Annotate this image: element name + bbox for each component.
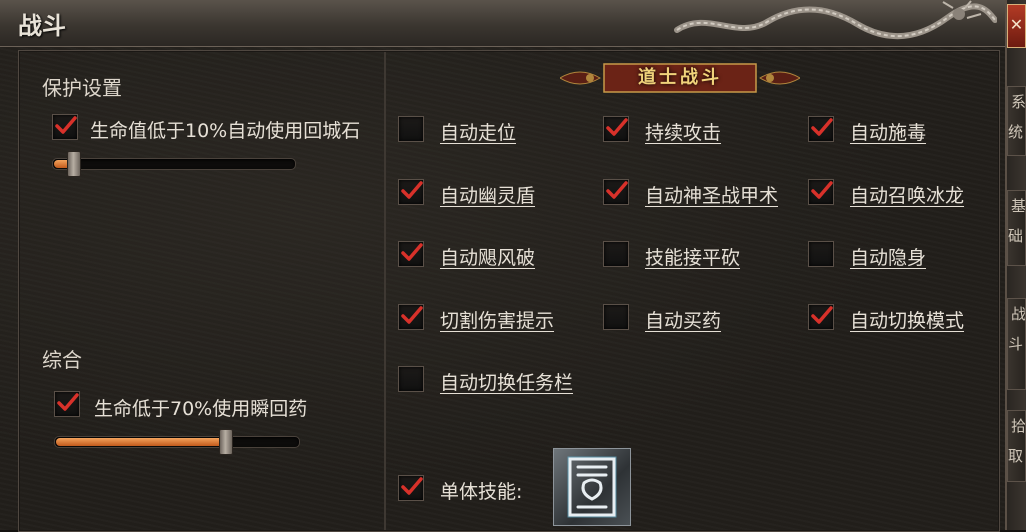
auto-holy-armor-checkbox[interactable] — [603, 179, 629, 205]
auto-move-label[interactable]: 自动走位 — [440, 118, 516, 145]
auto-switch-mode-checkbox[interactable] — [808, 304, 834, 330]
cut-damage-hint-label[interactable]: 切割伤害提示 — [440, 306, 554, 333]
checkmark-icon — [606, 181, 628, 199]
checkmark-icon — [401, 243, 423, 261]
auto-switch-taskbar-checkbox[interactable] — [398, 366, 424, 392]
auto-move-checkbox[interactable] — [398, 116, 424, 142]
checkmark-icon — [811, 181, 833, 199]
auto-poison-checkbox[interactable] — [808, 116, 834, 142]
single-skill-checkbox[interactable] — [398, 475, 424, 501]
side-tab-basic[interactable]: 基础 — [1007, 190, 1026, 266]
slider-fill — [56, 438, 226, 446]
return-scroll-label: 生命值低于10%自动使用回城石 — [90, 120, 361, 142]
auto-stealth-label[interactable]: 自动隐身 — [850, 243, 926, 270]
checkmark-icon — [401, 306, 423, 324]
checkmark-icon — [55, 116, 77, 134]
skill-rune-icon[interactable] — [553, 448, 631, 526]
checkmark-icon — [401, 477, 423, 495]
auto-stealth-checkbox[interactable] — [808, 241, 834, 267]
slider-thumb[interactable] — [219, 429, 233, 455]
skill-chain-attack-label[interactable]: 技能接平砍 — [645, 243, 740, 270]
continuous-attack-label[interactable]: 持续攻击 — [645, 118, 721, 145]
return-scroll-checkbox[interactable] — [52, 114, 78, 140]
protection-settings-heading: 保护设置 — [42, 76, 122, 100]
skill-chain-attack-checkbox[interactable] — [603, 241, 629, 267]
auto-summon-ice-dragon-checkbox[interactable] — [808, 179, 834, 205]
auto-poison-label[interactable]: 自动施毒 — [850, 118, 926, 145]
auto-ghost-shield-label[interactable]: 自动幽灵盾 — [440, 181, 535, 208]
auto-buy-potion-label[interactable]: 自动买药 — [645, 306, 721, 333]
close-icon[interactable]: ✕ — [1007, 4, 1026, 48]
return-scroll-threshold-slider[interactable] — [52, 151, 296, 177]
auto-holy-armor-label[interactable]: 自动神圣战甲术 — [645, 181, 778, 208]
combat-settings-window: 战斗 保护设置 生命值低于10%自动使用回城石 综合 生命低于70%使用瞬回药 … — [0, 0, 1007, 532]
dragon-ornament-icon — [674, 0, 997, 40]
checkmark-icon — [606, 118, 628, 136]
checkmark-icon — [811, 118, 833, 136]
side-tab-pickup[interactable]: 拾取 — [1007, 410, 1026, 482]
instant-potion-label: 生命低于70%使用瞬回药 — [94, 398, 308, 420]
cut-damage-hint-checkbox[interactable] — [398, 304, 424, 330]
auto-summon-ice-dragon-label[interactable]: 自动召唤冰龙 — [850, 181, 964, 208]
side-tab-system[interactable]: 系统 — [1007, 86, 1026, 156]
auto-switch-mode-label[interactable]: 自动切换模式 — [850, 306, 964, 333]
instant-potion-threshold-slider[interactable] — [54, 429, 300, 455]
checkmark-icon — [811, 306, 833, 324]
auto-buy-potion-checkbox[interactable] — [603, 304, 629, 330]
continuous-attack-checkbox[interactable] — [603, 116, 629, 142]
checkmark-icon — [57, 393, 79, 411]
checkmark-icon — [401, 181, 423, 199]
instant-potion-checkbox[interactable] — [54, 391, 80, 417]
title-bar[interactable]: 战斗 — [0, 0, 1005, 47]
auto-switch-taskbar-label[interactable]: 自动切换任务栏 — [440, 368, 573, 395]
general-heading: 综合 — [42, 348, 82, 372]
auto-hurricane-label[interactable]: 自动飓风破 — [440, 243, 535, 270]
single-skill-label: 单体技能: — [440, 481, 523, 503]
auto-ghost-shield-checkbox[interactable] — [398, 179, 424, 205]
auto-hurricane-checkbox[interactable] — [398, 241, 424, 267]
window-title: 战斗 — [18, 12, 66, 40]
slider-thumb[interactable] — [67, 151, 81, 177]
side-tab-combat[interactable]: 战斗 — [1007, 298, 1026, 390]
taoist-combat-banner: 道士战斗 — [638, 67, 722, 88]
